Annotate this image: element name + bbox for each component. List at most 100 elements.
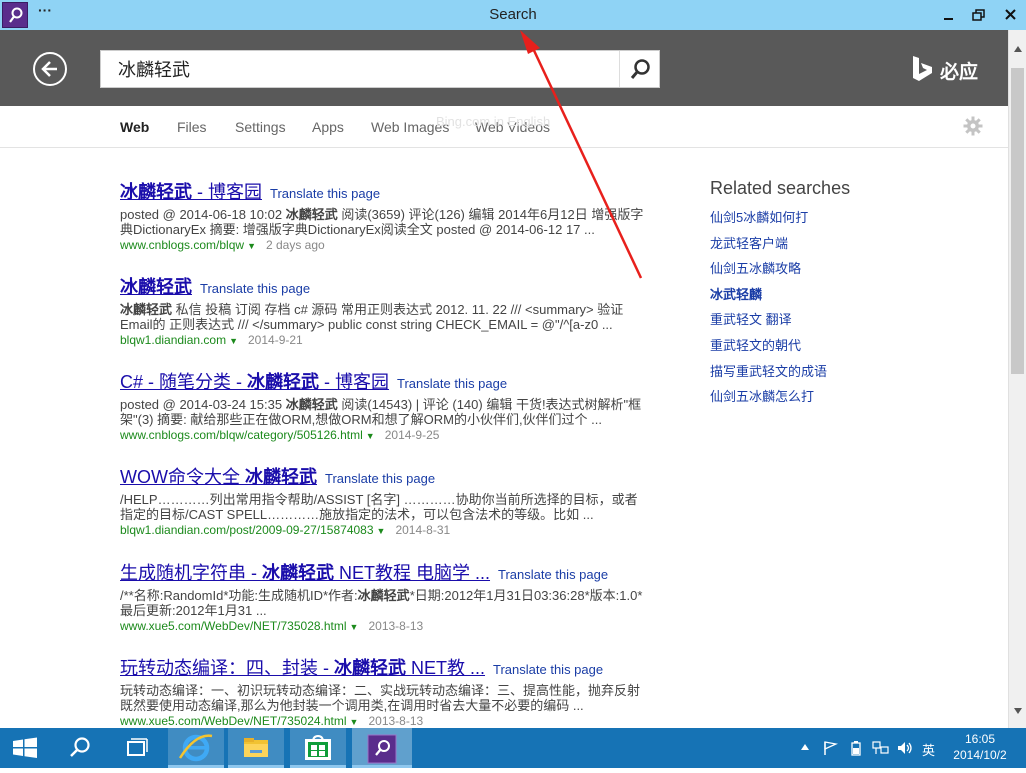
action-center-flag-icon[interactable] — [822, 740, 839, 759]
result-snippet: /HELP…………列出常用指令帮助/ASSIST [名字] …………协助你当前所… — [120, 492, 638, 522]
power-icon[interactable] — [848, 740, 864, 759]
network-icon[interactable] — [872, 740, 890, 759]
translate-link[interactable]: Translate this page — [325, 471, 435, 486]
chevron-down-icon[interactable]: ▼ — [229, 336, 238, 346]
show-hidden-icons[interactable] — [800, 740, 810, 755]
translate-link[interactable]: Translate this page — [493, 662, 603, 677]
bing-brand-text: 必应 — [940, 62, 979, 83]
search-input[interactable] — [101, 51, 621, 87]
related-search-link[interactable]: 冰武轻麟 — [710, 282, 970, 308]
search-app-icon — [367, 734, 397, 764]
translate-link[interactable]: Translate this page — [397, 376, 507, 391]
result-snippet: 冰麟轻武 私信 投稿 订阅 存档 c# 源码 常用正则表达式 2012. 11.… — [120, 302, 624, 332]
result-item: C# - 随笔分类 - 冰麟轻武 - 博客园 Translate this pag… — [120, 368, 660, 442]
result-date: 2014-9-25 — [384, 428, 440, 442]
related-search-link[interactable]: 重武轻文 翻译 — [710, 307, 970, 333]
bing-b-icon — [913, 56, 932, 81]
result-url[interactable]: www.xue5.com/WebDev/NET/735028.html — [120, 619, 347, 633]
chevron-down-icon[interactable]: ▼ — [350, 622, 359, 632]
taskbar-internet-explorer[interactable] — [168, 728, 224, 768]
scroll-thumb[interactable] — [1011, 68, 1024, 374]
internet-explorer-icon — [178, 734, 213, 762]
translate-link[interactable]: Translate this page — [200, 281, 310, 296]
result-snippet: 玩转动态编译：一、初识玩转动态编译：二、实战玩转动态编译：三、提高性能，抛弃反射… — [120, 683, 641, 713]
start-button[interactable] — [0, 728, 50, 768]
taskbar-store[interactable] — [290, 728, 346, 768]
result-date: 2013-8-13 — [368, 714, 424, 728]
search-box — [100, 50, 660, 88]
task-view-button[interactable] — [110, 728, 162, 768]
result-snippet: posted @ 2014-03-24 15:35 冰麟轻武 阅读(14543)… — [120, 397, 642, 427]
scroll-down-icon[interactable] — [1013, 702, 1023, 720]
taskbar-file-explorer[interactable] — [228, 728, 284, 768]
related-search-link[interactable]: 仙剑五冰麟攻略 — [710, 256, 970, 282]
taskbar-search-app[interactable] — [352, 728, 412, 768]
related-search-link[interactable]: 仙剑5冰麟如何打 — [710, 205, 970, 231]
tab-apps[interactable]: Apps — [312, 119, 344, 135]
bing-logo[interactable]: 必应 — [910, 54, 990, 84]
translate-link[interactable]: Translate this page — [270, 186, 380, 201]
result-url[interactable]: www.xue5.com/WebDev/NET/735024.html — [120, 714, 347, 728]
result-item: 玩转动态编译：四、封装 - 冰麟轻武 NET教 ... Translate thi… — [120, 654, 660, 728]
result-title-link[interactable]: 生成随机字符串 - 冰麟轻武 NET教程 电脑学 ... — [120, 563, 490, 583]
bing-english-link[interactable]: Bing.com in English — [436, 114, 550, 129]
result-snippet: /**名称:RandomId*功能:生成随机ID*作者:冰麟轻武*日期:2012… — [120, 588, 643, 618]
windows-logo-icon — [13, 737, 37, 758]
related-search-link[interactable]: 龙武轻客户端 — [710, 231, 970, 257]
result-item: 生成随机字符串 - 冰麟轻武 NET教程 电脑学 ... Translate th… — [120, 559, 660, 633]
result-title-link[interactable]: WOW命令大全 冰麟轻武 — [120, 467, 317, 487]
restore-button[interactable] — [968, 4, 990, 26]
related-search-link[interactable]: 描写重武轻文的成语 — [710, 359, 970, 385]
result-title-link[interactable]: C# - 随笔分类 - 冰麟轻武 - 博客园 — [120, 372, 389, 392]
result-url[interactable]: blqw1.diandian.com — [120, 333, 226, 347]
clock-date: 2014/10/2 — [953, 748, 1007, 762]
tab-settings[interactable]: Settings — [235, 119, 286, 135]
taskbar-search-button[interactable] — [55, 728, 105, 768]
result-title-link[interactable]: 冰麟轻武 - 博客园 — [120, 182, 262, 202]
clock[interactable]: 16:05 2014/10/2 — [945, 731, 1015, 763]
chevron-down-icon[interactable]: ▼ — [366, 431, 375, 441]
vertical-scrollbar[interactable] — [1008, 30, 1026, 728]
folder-icon — [244, 738, 268, 757]
related-searches: Related searches 仙剑5冰麟如何打 龙武轻客户端 仙剑五冰麟攻略… — [710, 178, 970, 410]
clock-time: 16:05 — [964, 732, 996, 746]
tab-files[interactable]: Files — [177, 119, 207, 135]
task-view-icon — [127, 738, 148, 756]
result-item: 冰麟轻武 Translate this page 冰麟轻武 私信 投稿 订阅 存档… — [120, 273, 660, 347]
ime-indicator[interactable]: 英 — [922, 740, 935, 759]
translate-link[interactable]: Translate this page — [498, 567, 608, 582]
related-search-link[interactable]: 仙剑五冰麟怎么打 — [710, 384, 970, 410]
related-search-link[interactable]: 重武轻文的朝代 — [710, 333, 970, 359]
result-date: 2 days ago — [265, 238, 325, 252]
chevron-down-icon[interactable]: ▼ — [247, 241, 256, 251]
result-title-link[interactable]: 玩转动态编译：四、封装 - 冰麟轻武 NET教 ... — [120, 658, 485, 678]
result-url[interactable]: blqw1.diandian.com/post/2009-09-27/15874… — [120, 523, 374, 537]
result-date: 2014-9-21 — [248, 333, 303, 347]
search-button[interactable] — [619, 51, 660, 87]
window-title: Search — [489, 6, 537, 23]
chevron-down-icon[interactable]: ▼ — [377, 526, 386, 536]
result-date: 2013-8-13 — [368, 619, 424, 633]
chevron-down-icon[interactable]: ▼ — [350, 717, 359, 727]
related-searches-title: Related searches — [710, 178, 851, 198]
title-bar: ··· Search — [0, 0, 1026, 30]
gear-icon[interactable] — [963, 116, 983, 136]
store-icon — [305, 734, 331, 760]
scroll-up-icon[interactable] — [1013, 40, 1023, 58]
result-item: 冰麟轻武 - 博客园 Translate this page posted @ 2… — [120, 178, 660, 252]
minimize-button[interactable] — [938, 4, 960, 26]
tab-web[interactable]: Web — [120, 119, 149, 135]
volume-icon[interactable] — [896, 740, 914, 759]
back-button[interactable] — [33, 52, 67, 86]
search-header: 必应 — [0, 30, 1008, 106]
result-url[interactable]: www.cnblogs.com/blqw — [120, 238, 244, 252]
result-url[interactable]: www.cnblogs.com/blqw/category/505126.htm… — [120, 428, 363, 442]
result-title-link[interactable]: 冰麟轻武 — [120, 277, 192, 297]
taskbar: 英 16:05 2014/10/2 — [0, 728, 1026, 768]
result-date: 2014-8-31 — [395, 523, 451, 537]
search-icon — [630, 59, 650, 79]
close-button[interactable] — [1000, 4, 1022, 26]
scope-tabs: Web Files Settings Apps Web Images Web V… — [0, 106, 1008, 148]
result-item: WOW命令大全 冰麟轻武 Translate this page /HELP………… — [120, 463, 660, 537]
search-icon — [70, 737, 90, 757]
